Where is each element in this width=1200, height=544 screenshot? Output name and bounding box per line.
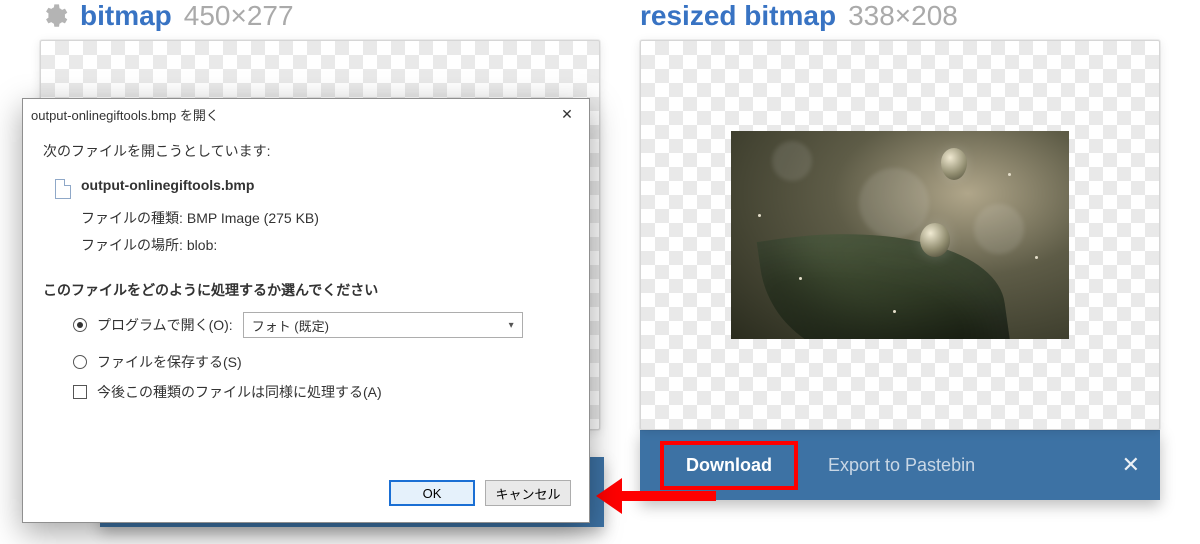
- chevron-down-icon: ▾: [509, 320, 514, 331]
- left-pane-header: bitmap 450×277: [40, 0, 600, 32]
- left-pane-title: bitmap: [80, 0, 172, 32]
- open-with-radio[interactable]: [73, 318, 87, 332]
- save-file-radio[interactable]: [73, 355, 87, 369]
- right-pane-title: resized bitmap: [640, 0, 836, 32]
- right-action-bar: Download Export to Pastebin ✕: [640, 430, 1160, 500]
- open-file-dialog: output-onlinegiftools.bmp を開く ✕ 次のファイルを開…: [22, 98, 590, 523]
- gear-icon[interactable]: [40, 2, 68, 30]
- open-with-label: プログラムで開く(O):: [97, 315, 233, 335]
- dialog-button-row: OK キャンセル: [389, 480, 571, 506]
- left-pane-dimensions: 450×277: [184, 0, 294, 32]
- arrow-head-icon: [596, 478, 622, 514]
- remember-checkbox[interactable]: [73, 385, 87, 399]
- open-with-combobox[interactable]: フォト (既定) ▾: [243, 312, 523, 338]
- arrow-shaft: [622, 491, 716, 501]
- filetype-label: ファイルの種類:: [81, 205, 183, 232]
- dialog-close-button[interactable]: ✕: [553, 106, 581, 123]
- remember-choice-row: 今後この種類のファイルは同様に処理する(A): [73, 382, 569, 402]
- location-label: ファイルの場所:: [81, 232, 183, 259]
- save-file-label: ファイルを保存する(S): [97, 352, 242, 372]
- annotation-arrow: [596, 478, 716, 514]
- cancel-button[interactable]: キャンセル: [485, 480, 571, 506]
- right-pane: resized bitmap 338×208 Download Export t…: [640, 0, 1160, 500]
- ok-button[interactable]: OK: [389, 480, 475, 506]
- right-pane-header: resized bitmap 338×208: [640, 0, 1160, 32]
- location-value: blob:: [187, 232, 217, 259]
- preview-thumbnail: [731, 131, 1069, 339]
- right-preview-box: [640, 40, 1160, 430]
- close-icon[interactable]: ✕: [1122, 452, 1140, 478]
- export-to-pastebin-link[interactable]: Export to Pastebin: [828, 455, 975, 476]
- dialog-titlebar: output-onlinegiftools.bmp を開く ✕: [23, 99, 589, 129]
- open-with-value: フォト (既定): [252, 316, 329, 335]
- dialog-filename: output-onlinegiftools.bmp: [81, 177, 254, 193]
- dialog-opening-line: 次のファイルを開こうとしています:: [43, 141, 569, 161]
- filetype-value: BMP Image (275 KB): [187, 205, 319, 232]
- dialog-question: このファイルをどのように処理するか選んでください: [43, 280, 569, 300]
- save-file-row: ファイルを保存する(S): [73, 352, 569, 372]
- dialog-title: output-onlinegiftools.bmp を開く: [31, 105, 553, 124]
- remember-label: 今後この種類のファイルは同様に処理する(A): [97, 382, 382, 402]
- open-with-row: プログラムで開く(O): フォト (既定) ▾: [73, 312, 569, 338]
- right-pane-dimensions: 338×208: [848, 0, 958, 32]
- dialog-body: 次のファイルを開こうとしています: output-onlinegiftools.…: [23, 129, 589, 402]
- file-icon: [55, 179, 71, 199]
- dialog-file-row: output-onlinegiftools.bmp: [55, 177, 569, 199]
- dialog-file-meta: ファイルの種類: BMP Image (275 KB) ファイルの場所: blo…: [81, 205, 569, 258]
